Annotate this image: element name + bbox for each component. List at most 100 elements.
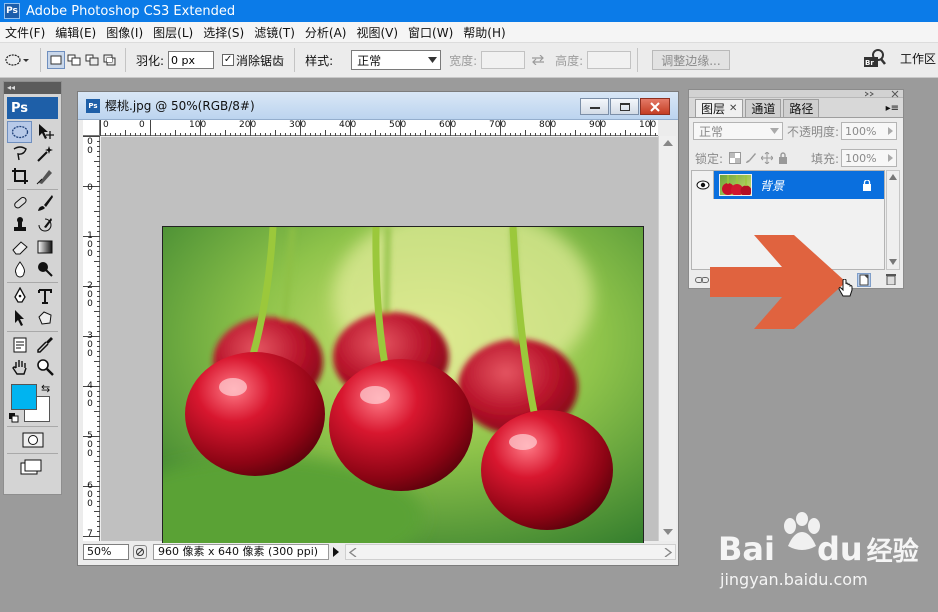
close-button[interactable] (640, 98, 670, 115)
layers-scrollbar[interactable] (886, 170, 900, 270)
pen-tool-icon[interactable] (7, 285, 32, 307)
layer-thumbnail (719, 174, 752, 196)
chevron-right-icon (888, 154, 894, 162)
style-select[interactable]: 正常 (351, 50, 442, 70)
lock-position-icon[interactable] (761, 152, 774, 164)
history-brush-tool-icon[interactable] (32, 214, 57, 236)
ruler-v-label: 6 0 0 (87, 481, 93, 509)
zoom-tool-icon[interactable] (32, 356, 57, 378)
layer-row-background[interactable]: 背景 (692, 171, 884, 199)
crop-tool-icon[interactable] (7, 165, 32, 187)
gradient-tool-icon[interactable] (32, 236, 57, 258)
bridge-button[interactable]: Br (860, 47, 888, 71)
menu-image[interactable]: 图像(I) (101, 24, 148, 41)
default-colors-icon[interactable] (9, 412, 19, 423)
ruler-h-label: 400 (339, 120, 357, 130)
blur-tool-icon[interactable] (7, 258, 32, 280)
tools-collapse-arrows[interactable]: ◂◂ (4, 82, 61, 94)
quick-mask-button[interactable] (4, 429, 61, 451)
menu-edit[interactable]: 编辑(E) (50, 24, 101, 41)
antialias-checkbox[interactable]: ✓ (222, 54, 235, 66)
eraser-tool-icon[interactable] (7, 236, 32, 258)
lasso-tool-icon[interactable] (7, 143, 32, 165)
status-menu-icon[interactable] (133, 545, 147, 559)
eyedropper-tool-icon[interactable] (32, 334, 57, 356)
cherry-photo[interactable] (162, 226, 644, 546)
foreground-color-swatch[interactable] (11, 384, 37, 410)
watermark-brand-du: du (816, 530, 863, 568)
tab-layers[interactable]: 图层 ✕ (695, 99, 744, 117)
move-tool-icon[interactable] (32, 121, 57, 143)
scroll-up-icon[interactable] (889, 174, 897, 180)
opacity-field[interactable]: 100% (841, 122, 898, 140)
scroll-down-icon[interactable] (889, 259, 897, 265)
vertical-ruler[interactable]: 0 0 0 1 0 0 2 0 0 3 0 0 4 0 0 5 0 0 6 0 … (83, 136, 100, 541)
panel-grip[interactable] (689, 90, 903, 98)
antialias-option[interactable]: ✓ 消除锯齿 (222, 52, 288, 69)
zoom-level-field[interactable]: 50% (83, 544, 129, 560)
menu-filter[interactable]: 滤镜(T) (249, 24, 300, 41)
menu-window[interactable]: 窗口(W) (403, 24, 458, 41)
canvas-area[interactable] (101, 137, 658, 546)
height-input[interactable] (587, 51, 632, 69)
clone-stamp-tool-icon[interactable] (7, 214, 32, 236)
refine-edge-button[interactable]: 调整边缘... (652, 50, 730, 70)
create-new-layer-button[interactable] (857, 273, 871, 287)
link-layers-icon[interactable] (695, 273, 709, 287)
menu-view[interactable]: 视图(V) (351, 24, 403, 41)
custom-shape-tool-icon[interactable] (32, 307, 57, 329)
dodge-tool-icon[interactable] (32, 258, 57, 280)
swap-dimensions-icon[interactable] (525, 55, 551, 65)
feather-input[interactable] (168, 51, 215, 69)
panel-menu-icon[interactable]: ▸≡ (886, 103, 899, 114)
maximize-button[interactable] (610, 98, 639, 115)
slice-tool-icon[interactable] (32, 165, 57, 187)
new-selection-icon[interactable] (47, 51, 65, 69)
elliptical-marquee-tool-icon[interactable] (7, 121, 32, 143)
horizontal-scrollbar[interactable] (345, 544, 676, 560)
workspace-menu[interactable]: 工作区 (900, 50, 936, 67)
intersect-selection-icon[interactable] (101, 51, 119, 69)
horizontal-ruler[interactable]: 0 0 100 200 300 400 500 600 700 800 900 … (100, 120, 658, 136)
menu-select[interactable]: 选择(S) (198, 24, 249, 41)
lock-pixels-icon[interactable] (745, 152, 757, 164)
tab-layers-label: 图层 (701, 102, 726, 116)
delete-layer-button[interactable] (885, 273, 897, 288)
lock-transparency-icon[interactable] (729, 152, 742, 164)
brush-tool-icon[interactable] (32, 192, 57, 214)
blend-mode-select[interactable]: 正常 (693, 122, 783, 140)
magic-wand-tool-icon[interactable] (32, 143, 57, 165)
screen-mode-button[interactable] (4, 456, 61, 478)
hand-tool-icon[interactable] (7, 356, 32, 378)
minimize-button[interactable] (580, 98, 609, 115)
menu-help[interactable]: 帮助(H) (458, 24, 510, 41)
lock-all-icon[interactable] (777, 152, 789, 164)
fill-field[interactable]: 100% (841, 149, 898, 167)
menu-layer[interactable]: 图层(L) (148, 24, 198, 41)
scroll-right-icon[interactable] (664, 548, 672, 557)
swap-colors-icon[interactable]: ⇆ (41, 382, 50, 395)
scroll-down-icon[interactable] (663, 528, 673, 536)
width-input[interactable] (481, 51, 526, 69)
vertical-scrollbar[interactable] (658, 136, 676, 541)
add-to-selection-icon[interactable] (65, 51, 83, 69)
menu-file[interactable]: 文件(F) (0, 24, 50, 41)
panel-close-icon[interactable] (891, 90, 899, 98)
status-arrow-icon[interactable] (331, 547, 341, 557)
scroll-up-icon[interactable] (663, 139, 673, 147)
ruler-origin[interactable] (83, 120, 100, 136)
document-title-bar[interactable]: Ps 樱桃.jpg @ 50%(RGB/8#) (78, 92, 678, 120)
panel-collapse-icon[interactable] (865, 91, 885, 97)
tab-channels[interactable]: 通道 (745, 99, 782, 117)
subtract-from-selection-icon[interactable] (83, 51, 101, 69)
menu-analysis[interactable]: 分析(A) (300, 24, 352, 41)
tab-paths[interactable]: 路径 (783, 99, 820, 117)
elliptical-marquee-preset-icon[interactable] (0, 47, 34, 73)
notes-tool-icon[interactable] (7, 334, 32, 356)
tab-close-icon[interactable]: ✕ (729, 103, 737, 114)
scroll-left-icon[interactable] (349, 548, 357, 557)
healing-brush-tool-icon[interactable] (7, 192, 32, 214)
layer-visibility-toggle[interactable] (692, 171, 714, 199)
type-tool-icon[interactable] (32, 285, 57, 307)
path-selection-tool-icon[interactable] (7, 307, 32, 329)
